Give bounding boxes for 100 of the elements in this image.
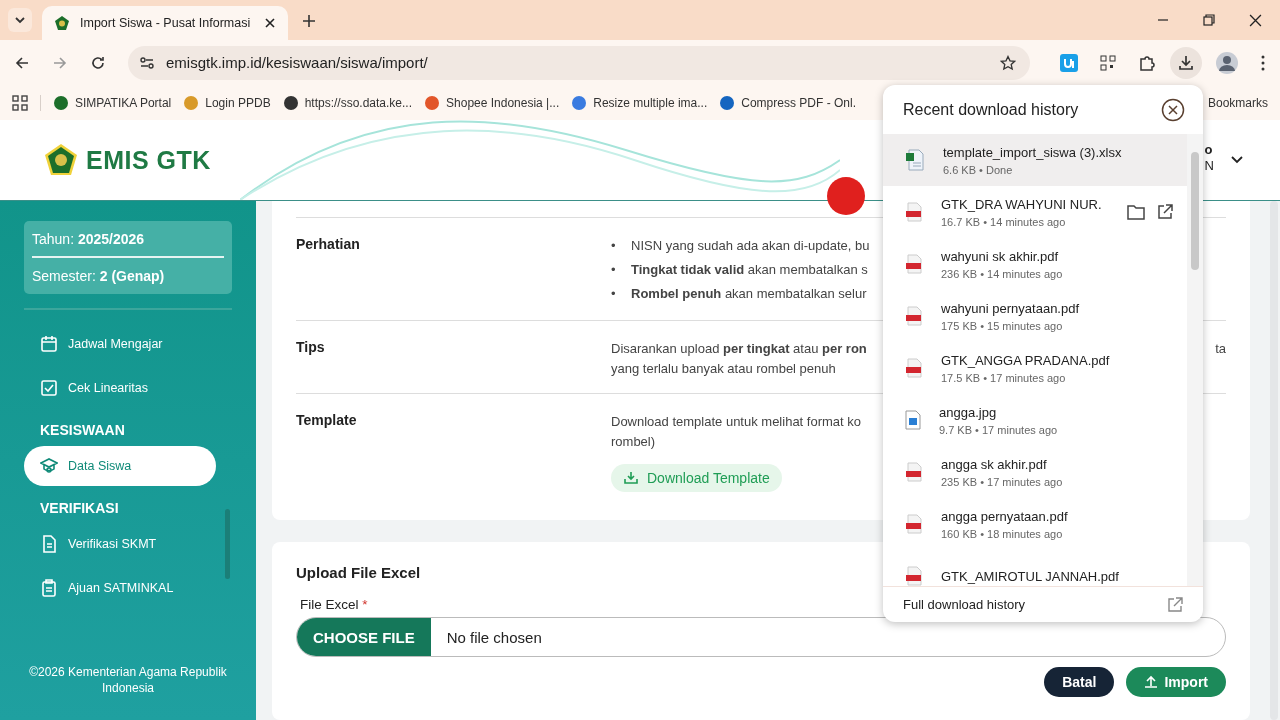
- download-icon: [623, 471, 639, 485]
- pdf-file-icon: [905, 566, 923, 587]
- full-history-link[interactable]: Full download history: [903, 597, 1026, 613]
- browser-tab[interactable]: Import Siswa - Pusat Informasi: [42, 6, 288, 40]
- menu-section-title: KESISWAAN: [39, 421, 126, 440]
- file-name: template_import_siswa (3).xlsx: [943, 144, 1123, 160]
- file-details: 6.6 KB • Done: [943, 163, 1014, 176]
- bookmarks-folder[interactable]: Bookmarks: [1207, 95, 1268, 110]
- bullet-mark: •: [611, 237, 617, 255]
- tab-title: Import Siswa - Pusat Informasi: [80, 16, 252, 30]
- download-item[interactable]: wahyuni pernyataan.pdf 175 KB • 15 minutes ago: [883, 290, 1187, 343]
- file-name: wahyuni sk akhir.pdf: [941, 248, 1060, 264]
- sidebar-item[interactable]: Jadwal Mengajar: [24, 324, 200, 364]
- clipboard-icon: [40, 579, 58, 597]
- notice-item: Rombel penuh akan membatalkan selur: [631, 285, 867, 303]
- graduation-cap-icon: [40, 457, 58, 475]
- file-details: 160 KB • 18 minutes ago: [941, 527, 1064, 540]
- tip-text: Download template untuk melihat format ko: [611, 413, 861, 431]
- new-tab-icon[interactable]: [302, 14, 316, 28]
- upload-icon: [1144, 675, 1159, 689]
- user-role: N: [1204, 158, 1214, 174]
- site-icon: [53, 94, 69, 111]
- emblem-icon: [54, 15, 70, 31]
- download-item[interactable]: angga.jpg 9.7 KB • 17 minutes ago: [883, 394, 1187, 447]
- pdf-file-icon: [905, 306, 923, 327]
- back-icon[interactable]: [14, 54, 30, 71]
- menu-icon[interactable]: [1260, 54, 1266, 71]
- download-item[interactable]: template_import_siswa (3).xlsx 6.6 KB • Done: [883, 134, 1187, 187]
- close-icon[interactable]: [264, 17, 276, 29]
- download-item[interactable]: GTK_AMIROTUL JANNAH.pdf: [883, 550, 1187, 587]
- image-file-icon: [905, 410, 921, 431]
- bookmark-link[interactable]: Resize multiple ima...: [571, 94, 708, 111]
- pdf-file-icon: [905, 254, 923, 275]
- qr-code-icon[interactable]: [1100, 54, 1116, 71]
- download-item[interactable]: angga sk akhir.pdf 235 KB • 17 minutes ago: [883, 446, 1187, 499]
- file-name: GTK_DRA WAHYUNI NUR.: [941, 196, 1103, 212]
- file-name: wahyuni pernyataan.pdf: [941, 300, 1081, 316]
- tab-list-button[interactable]: [8, 8, 32, 32]
- external-link-icon[interactable]: [1157, 204, 1173, 221]
- close-icon[interactable]: [1249, 13, 1262, 27]
- extension-icon[interactable]: [1060, 53, 1078, 72]
- address-bar[interactable]: emisgtk.imp.id/kesiswaan/siswa/import/: [128, 45, 1030, 80]
- checkbox-icon: [40, 379, 58, 397]
- pdf-file-icon: [905, 514, 923, 535]
- star-icon[interactable]: [1000, 54, 1016, 71]
- row-label: Perhatian: [296, 236, 361, 254]
- logo-text: EMIS GTK: [86, 145, 211, 175]
- cancel-button[interactable]: Batal: [1044, 667, 1115, 697]
- download-item[interactable]: wahyuni sk akhir.pdf 236 KB • 14 minutes ago: [883, 238, 1187, 291]
- download-button[interactable]: [1170, 46, 1202, 79]
- scrollbar[interactable]: [1187, 134, 1203, 587]
- bookmark-link[interactable]: Compress PDF - Onl.: [719, 94, 856, 111]
- bookmark-link[interactable]: Shopee Indonesia |...: [424, 94, 560, 111]
- panel-title: Recent download history: [903, 101, 1079, 120]
- file-name: angga.jpg: [939, 404, 998, 420]
- file-name: angga pernyataan.pdf: [941, 508, 1069, 524]
- download-item[interactable]: GTK_ANGGA PRADANA.pdf 17.5 KB • 17 minutes ago: [883, 342, 1187, 395]
- file-name: angga sk akhir.pdf: [941, 456, 1048, 472]
- pdf-file-icon: [905, 202, 923, 223]
- file-details: 9.7 KB • 17 minutes ago: [939, 423, 1059, 436]
- bookmark-link[interactable]: SIMPATIKA Portal: [53, 94, 172, 111]
- forward-icon[interactable]: [52, 54, 68, 71]
- folder-icon[interactable]: [1127, 204, 1145, 221]
- chevron-down-icon: [14, 14, 26, 26]
- reload-icon[interactable]: [90, 54, 106, 71]
- emblem-icon: [44, 143, 78, 177]
- download-item[interactable]: angga pernyataan.pdf 160 KB • 18 minutes ago: [883, 498, 1187, 551]
- notice-item: Tingkat tidak valid akan membatalkan s: [631, 261, 868, 279]
- bullet-mark: •: [611, 285, 617, 303]
- download-icon: [1177, 53, 1195, 72]
- close-icon[interactable]: [1161, 98, 1185, 123]
- copyright-text: ©2026 Kementerian Agama Republik Indonesia: [28, 664, 228, 696]
- calendar-icon: [40, 335, 58, 353]
- apps-icon[interactable]: [12, 94, 28, 111]
- document-icon: [40, 535, 58, 553]
- row-label: Tips: [296, 339, 326, 357]
- download-item[interactable]: GTK_DRA WAHYUNI NUR. 16.7 KB • 14 minutes ago: [883, 186, 1187, 239]
- choose-file-button[interactable]: CHOOSE FILE: [297, 618, 431, 656]
- file-details: 16.7 KB • 14 minutes ago: [941, 215, 1067, 228]
- restore-icon[interactable]: [1203, 14, 1215, 26]
- bookmark-link[interactable]: https://sso.data.ke...: [282, 94, 413, 111]
- bullet-mark: •: [611, 261, 617, 279]
- site-icon: [282, 94, 299, 111]
- site-icon: [183, 94, 200, 111]
- site-icon: [424, 94, 441, 111]
- chevron-down-icon[interactable]: [1230, 155, 1244, 165]
- tip-text: Disarankan upload per tingkat atau per ron: [611, 340, 867, 358]
- bookmark-link[interactable]: Login PPDB: [183, 94, 271, 111]
- pdf-file-icon: [905, 358, 923, 379]
- puzzle-icon[interactable]: [1138, 53, 1156, 72]
- tip-text: rombel): [611, 433, 656, 451]
- avatar-icon[interactable]: [1216, 51, 1238, 74]
- menu-section-title: VERIFIKASI: [39, 499, 120, 518]
- site-icon: [719, 94, 736, 111]
- row-label: Template: [296, 412, 358, 430]
- scrollbar[interactable]: [1270, 201, 1278, 720]
- semester-text: Semester: 2 (Genap): [32, 268, 166, 284]
- sidebar-item[interactable]: Data Siswa: [24, 446, 216, 486]
- import-button[interactable]: Import: [1126, 667, 1226, 697]
- sidebar-item[interactable]: Cek Linearitas: [24, 368, 200, 408]
